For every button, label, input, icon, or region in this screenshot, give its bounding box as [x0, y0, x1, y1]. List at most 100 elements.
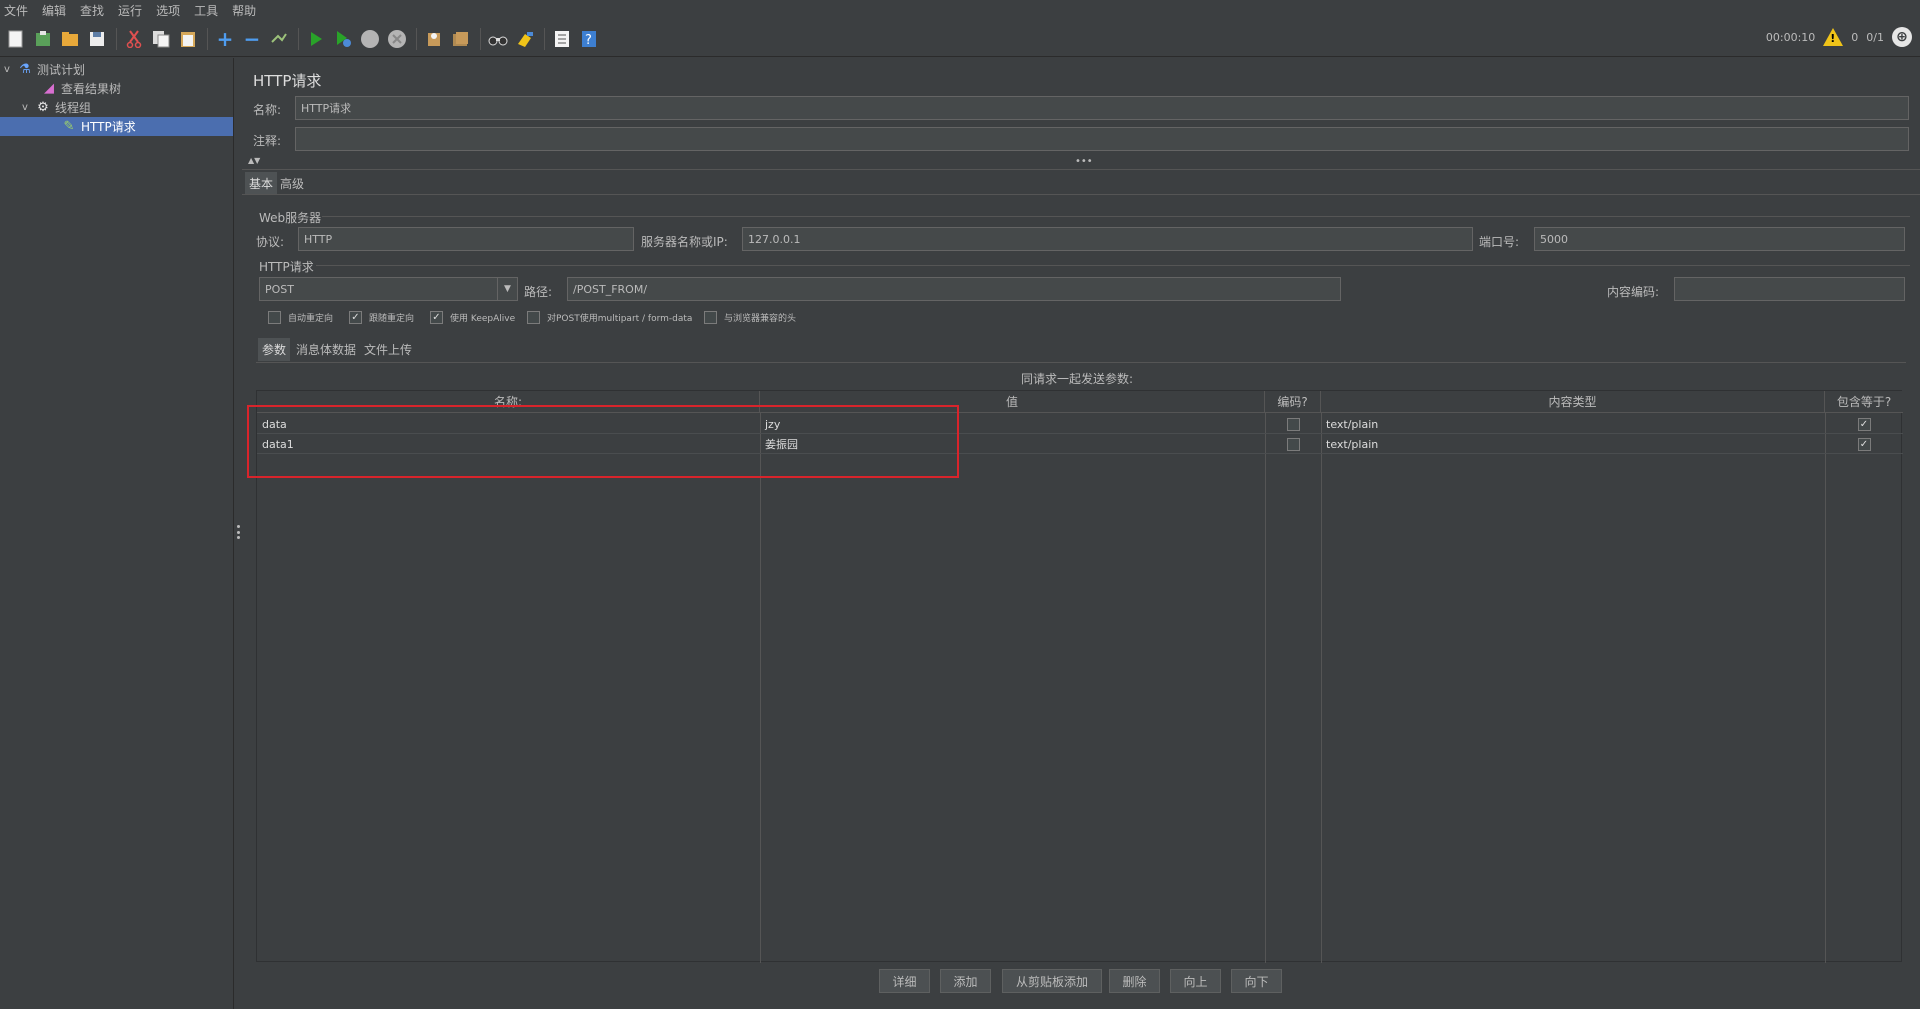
encode-checkbox[interactable] [1286, 437, 1300, 451]
follow-redirect-checkbox[interactable]: ✓ 跟随重定向 [349, 311, 414, 324]
group-border [316, 265, 1910, 266]
method-select[interactable]: POST ▼ [259, 277, 518, 301]
tree-toggle[interactable]: v [22, 102, 34, 113]
column-header-include-equals[interactable]: 包含等于? [1825, 391, 1903, 413]
menu-file[interactable]: 文件 [4, 2, 28, 19]
param-name-cell[interactable]: data1 [257, 434, 760, 454]
move-up-button[interactable]: 向上 [1170, 969, 1221, 993]
multipart-checkbox[interactable]: 对POST使用multipart / form-data [527, 311, 692, 324]
menu-edit[interactable]: 编辑 [42, 2, 66, 19]
help-icon[interactable]: ? [578, 28, 600, 50]
chart-icon: ◢ [44, 81, 54, 96]
protocol-field[interactable]: HTTP [298, 227, 634, 251]
tab-body-data[interactable]: 消息体数据 [292, 338, 360, 361]
copy-icon[interactable] [150, 28, 172, 50]
encode-cell[interactable] [1265, 414, 1321, 434]
paste-icon[interactable] [177, 28, 199, 50]
checkbox-box[interactable]: ✓ [349, 311, 362, 324]
checkbox-box[interactable] [268, 311, 281, 324]
elapsed-time: 00:00:10 [1765, 30, 1816, 44]
clear-all-icon[interactable] [450, 28, 472, 50]
add-button[interactable]: 添加 [940, 969, 991, 993]
auto-redirect-checkbox[interactable]: 自动重定向 [268, 311, 333, 324]
detail-button[interactable]: 详细 [879, 969, 930, 993]
browser-headers-checkbox[interactable]: 与浏览器兼容的头 [704, 311, 796, 324]
tab-parameters[interactable]: 参数 [258, 338, 291, 361]
cut-icon[interactable] [123, 28, 145, 50]
warning-count: 0 [1851, 30, 1859, 44]
toolbar-separator [298, 27, 299, 50]
column-header-name[interactable]: 名称: [257, 391, 760, 413]
tree-item-results-tree[interactable]: ◢ 查看结果树 [40, 79, 121, 98]
port-field[interactable]: 5000 [1534, 227, 1905, 251]
encoding-field[interactable] [1674, 277, 1905, 301]
collapse-arrows-icon[interactable]: ▲▼ [248, 156, 260, 165]
checkbox-box[interactable]: ✓ [430, 311, 443, 324]
clear-icon[interactable] [423, 28, 445, 50]
content-type-cell[interactable]: text/plain [1321, 414, 1825, 434]
encode-checkbox[interactable] [1286, 417, 1300, 431]
checkbox-box[interactable] [527, 311, 540, 324]
add-from-clipboard-button[interactable]: 从剪贴板添加 [1002, 969, 1102, 993]
menu-options[interactable]: 选项 [156, 2, 180, 19]
delete-button[interactable]: 删除 [1109, 969, 1160, 993]
tab-basic[interactable]: 基本 [245, 172, 278, 195]
toggle-icon[interactable] [268, 28, 290, 50]
collapse-icon[interactable]: − [241, 27, 263, 51]
menu-search[interactable]: 查找 [80, 2, 104, 19]
tree-toggle[interactable]: v [4, 64, 16, 75]
menu-help[interactable]: 帮助 [232, 2, 256, 19]
tree-item-thread-group[interactable]: v ⚙ 线程组 [22, 98, 91, 117]
param-name-cell[interactable]: data [257, 414, 760, 434]
warning-icon[interactable]: ! [1823, 28, 1844, 46]
http-request-group-title: HTTP请求 [259, 260, 314, 274]
remote-hosts-icon[interactable]: ⊕ [1892, 27, 1912, 47]
include-equals-cell[interactable]: ✓ [1825, 414, 1903, 434]
start-icon[interactable] [305, 28, 327, 50]
toolbar-separator [416, 27, 417, 50]
toolbar-separator [544, 27, 545, 50]
comment-label: 注释: [253, 134, 282, 148]
server-field[interactable]: 127.0.0.1 [742, 227, 1473, 251]
param-value-cell[interactable]: 姜振园 [760, 434, 1265, 454]
include-equals-checkbox[interactable]: ✓ [1857, 437, 1871, 451]
table-row[interactable]: data jzy text/plain ✓ [257, 414, 1903, 434]
param-value-cell[interactable]: jzy [760, 414, 1265, 434]
splitter-dots-icon[interactable]: ••• [1075, 156, 1093, 167]
table-row[interactable]: data1 姜振园 text/plain ✓ [257, 434, 1903, 454]
function-helper-icon[interactable] [551, 28, 573, 50]
comment-field[interactable] [295, 127, 1909, 151]
include-equals-checkbox[interactable]: ✓ [1857, 417, 1871, 431]
move-down-button[interactable]: 向下 [1231, 969, 1282, 993]
tree-item-http-request[interactable]: ✎ HTTP请求 [0, 117, 233, 136]
toolbar-separator [207, 27, 208, 50]
open-icon[interactable] [59, 28, 81, 50]
split-pane-handle[interactable] [236, 525, 240, 539]
tab-file-upload[interactable]: 文件上传 [360, 338, 416, 361]
name-field[interactable]: HTTP请求 [295, 96, 1909, 120]
encode-cell[interactable] [1265, 434, 1321, 454]
start-no-pause-icon[interactable] [332, 28, 354, 50]
new-icon[interactable] [5, 28, 27, 50]
menu-run[interactable]: 运行 [118, 2, 142, 19]
search-icon[interactable] [487, 28, 509, 50]
include-equals-cell[interactable]: ✓ [1825, 434, 1903, 454]
group-border [322, 216, 1910, 217]
column-header-encode[interactable]: 编码? [1265, 391, 1321, 413]
templates-icon[interactable] [32, 28, 54, 50]
keepalive-checkbox[interactable]: ✓ 使用 KeepAlive [430, 311, 515, 324]
tree-item-test-plan[interactable]: v ⚗ 测试计划 [4, 60, 85, 79]
shutdown-icon[interactable] [386, 28, 408, 50]
tab-advanced[interactable]: 高级 [276, 172, 308, 195]
save-icon[interactable] [86, 28, 108, 50]
expand-icon[interactable]: + [214, 27, 236, 51]
checkbox-box[interactable] [704, 311, 717, 324]
column-header-value[interactable]: 值 [760, 391, 1265, 413]
menu-tools[interactable]: 工具 [194, 2, 218, 19]
reset-search-icon[interactable] [514, 28, 536, 50]
stop-icon[interactable] [359, 28, 381, 50]
column-header-content-type[interactable]: 内容类型 [1321, 391, 1825, 413]
chevron-down-icon[interactable]: ▼ [497, 278, 517, 300]
path-field[interactable]: /POST_FROM/ [567, 277, 1341, 301]
content-type-cell[interactable]: text/plain [1321, 434, 1825, 454]
